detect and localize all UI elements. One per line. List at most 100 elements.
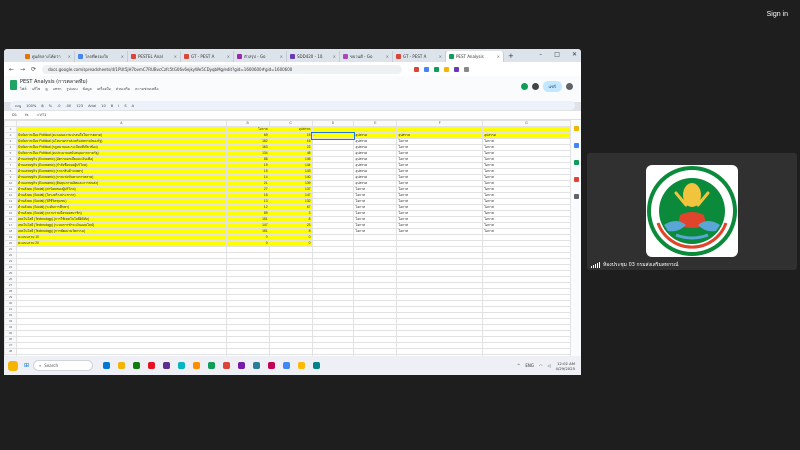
share-button[interactable]: แชร์ — [542, 81, 562, 92]
language-indicator[interactable]: ENG — [525, 363, 534, 368]
browser-tab[interactable]: ตัวสรุป - Go × — [234, 51, 287, 62]
participant-tile[interactable]: ห้องประชุม 03 กรมส่งเสริมสหกรณ์ — [587, 153, 797, 270]
weather-icon[interactable] — [8, 360, 18, 371]
taskbar-search[interactable]: ⌕ Search — [33, 360, 94, 371]
extension-icon[interactable] — [414, 66, 420, 72]
toolbar-button[interactable]: .00 — [66, 104, 72, 108]
close-icon[interactable]: ✕ — [572, 51, 577, 58]
formula-input[interactable]: =VT1 — [36, 113, 46, 117]
tab-favicon-icon — [25, 54, 30, 59]
document-title[interactable]: PEST Analysis (การตลาดทีม) — [20, 78, 88, 86]
tab-close-icon[interactable]: × — [280, 54, 283, 59]
taskbar-app-icon[interactable] — [313, 362, 321, 369]
taskbar-app-icon[interactable] — [118, 362, 126, 369]
back-icon[interactable]: ← — [9, 66, 14, 73]
browser-tab[interactable]: ขบวนดี - Go × — [340, 51, 393, 62]
profile-icon[interactable] — [464, 66, 470, 72]
tab-favicon-icon — [290, 54, 295, 59]
tab-close-icon[interactable]: × — [333, 54, 336, 59]
menu-item[interactable]: แก้ไข — [32, 86, 41, 92]
window-controls: – □ ✕ — [539, 51, 577, 58]
tab-close-icon[interactable]: × — [121, 54, 124, 59]
tab-close-icon[interactable]: × — [497, 54, 500, 59]
browser-tab[interactable]: GT - PEST A × — [181, 51, 234, 62]
browser-tab[interactable]: PESTEL Anal × — [128, 51, 181, 62]
taskbar-app-icon[interactable] — [238, 362, 246, 369]
menu-item[interactable]: ดู — [45, 86, 47, 92]
fx-icon: fx — [25, 113, 29, 117]
avatar[interactable] — [566, 83, 573, 90]
menu-item[interactable]: ข้อมูล — [83, 86, 92, 92]
taskbar-app-icon[interactable] — [178, 362, 186, 369]
taskbar-app-icon[interactable] — [268, 362, 276, 369]
browser-tab[interactable]: GT - PEST A × — [393, 51, 446, 62]
add-on-icon[interactable] — [573, 194, 579, 199]
extension-icon[interactable] — [424, 66, 430, 72]
browser-tab[interactable]: SDD420 - 10. × — [287, 51, 340, 62]
browser-tab[interactable]: โลกที่ครองใจ × — [75, 51, 128, 62]
tab-close-icon[interactable]: × — [174, 54, 177, 59]
contacts-icon[interactable] — [573, 177, 579, 182]
taskbar-app-icon[interactable] — [103, 362, 111, 369]
search-icon: ⌕ — [39, 363, 42, 368]
menu-item[interactable]: รูปแบบ — [66, 86, 77, 92]
minimize-icon[interactable]: – — [539, 51, 542, 58]
extension-icon[interactable] — [434, 66, 440, 72]
comments-icon[interactable] — [531, 83, 539, 90]
toolbar-button[interactable]: ฿ — [41, 104, 43, 108]
speaker-icon[interactable]: ◁ — [547, 363, 550, 368]
taskbar-app-icon[interactable] — [223, 362, 231, 369]
extension-icon[interactable] — [444, 66, 450, 72]
tab-close-icon[interactable]: × — [439, 54, 442, 59]
taskbar-app-icon[interactable] — [193, 362, 201, 369]
spreadsheet-grid: ABCDEFG 1 โอกาส อุปสรรค 2 ปัจจัยการเมือง Pol… — [4, 120, 571, 362]
browser-tab[interactable]: ศูนย์กลางโค้ดว่า × — [22, 51, 75, 62]
taskbar-app-icon[interactable] — [133, 362, 141, 369]
tab-close-icon[interactable]: × — [227, 54, 230, 59]
taskbar-app-icon[interactable] — [283, 362, 291, 369]
toolbar-button[interactable]: I — [118, 104, 119, 108]
clock[interactable]: 12:02 AM 4/29/2025 — [556, 361, 575, 371]
keep-icon[interactable] — [573, 126, 579, 131]
toolbar-button[interactable]: 100% — [26, 104, 36, 108]
menu-item[interactable]: ส่วนเสริม — [116, 86, 130, 92]
browser-tab[interactable]: PEST Analysis × — [446, 51, 504, 62]
tasks-icon[interactable] — [573, 143, 579, 148]
menu-item[interactable]: ไฟล์ — [20, 86, 27, 92]
taskbar-app-icon[interactable] — [208, 362, 216, 369]
name-box[interactable]: D1 — [12, 113, 17, 117]
tab-close-icon[interactable]: × — [386, 54, 389, 59]
tab-favicon-icon — [237, 54, 242, 59]
toolbar-button[interactable]: % — [49, 104, 52, 108]
toolbar-button[interactable]: 10 — [101, 104, 106, 108]
wifi-icon[interactable]: ◠ — [539, 363, 543, 368]
menu-item[interactable]: ความช่วยเหลือ — [135, 86, 158, 92]
toolbar-button[interactable]: Arial — [88, 104, 96, 108]
reload-icon[interactable]: ⟳ — [31, 66, 36, 73]
chevron-up-icon[interactable]: ^ — [517, 363, 520, 368]
maximize-icon[interactable]: □ — [554, 51, 560, 58]
tab-close-icon[interactable]: × — [68, 54, 71, 59]
forward-icon[interactable]: → — [20, 66, 25, 73]
toolbar-button[interactable]: 123 — [76, 104, 83, 108]
toolbar-button[interactable]: S — [124, 104, 126, 108]
shared-browser-window: ศูนย์กลางโค้ดว่า × โลกที่ครองใจ × PESTEL Ana… — [4, 49, 581, 375]
maps-icon[interactable] — [573, 160, 579, 165]
menu-item[interactable]: แทรก — [53, 86, 62, 92]
sign-in-link[interactable]: Sign in — [767, 11, 788, 18]
toolbar-button[interactable]: เมนู — [15, 103, 21, 109]
taskbar-app-icon[interactable] — [148, 362, 156, 369]
meet-icon[interactable] — [520, 83, 528, 90]
taskbar-app-icon[interactable] — [253, 362, 261, 369]
sheets-logo-icon[interactable] — [10, 80, 17, 90]
menu-item[interactable]: เครื่องมือ — [97, 86, 111, 92]
new-tab-button[interactable]: + — [508, 52, 514, 60]
url-input[interactable]: docs.google.com/spreadsheets/d/1PUt5jH7b… — [42, 64, 403, 74]
extension-icon[interactable] — [454, 66, 460, 72]
toolbar-button[interactable]: B — [111, 104, 113, 108]
start-icon[interactable]: ⊞ — [24, 362, 29, 369]
taskbar-app-icon[interactable] — [298, 362, 306, 369]
toolbar-button[interactable]: A — [132, 104, 134, 108]
toolbar-button[interactable]: .0 — [57, 104, 60, 108]
taskbar-app-icon[interactable] — [163, 362, 171, 369]
